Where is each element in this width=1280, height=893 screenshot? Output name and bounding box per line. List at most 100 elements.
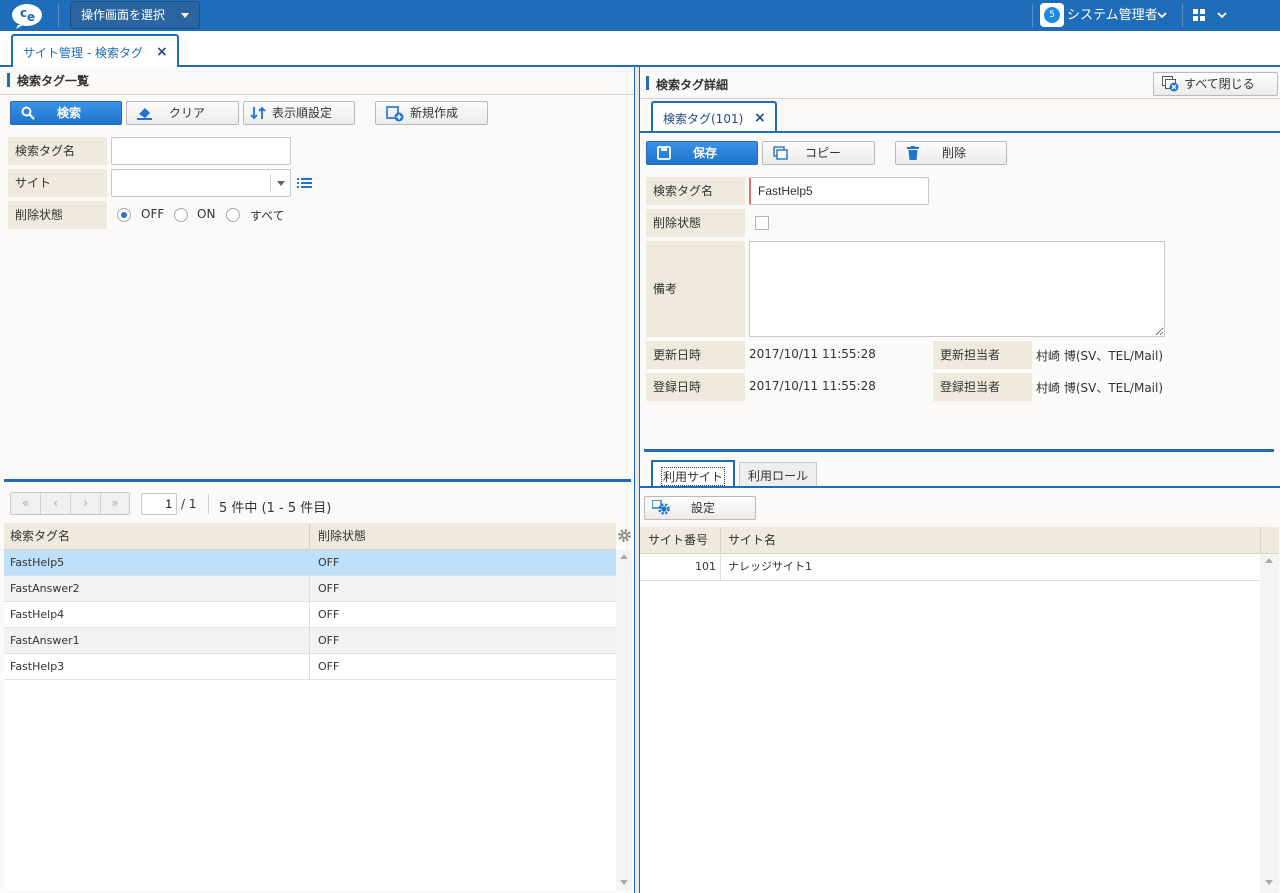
screen-select-dropdown[interactable]: 操作画面を選択 [70,1,200,29]
table-row[interactable]: FastHelp5 OFF [4,550,616,576]
chevron-down-icon[interactable] [1216,9,1228,21]
close-windows-icon [1162,76,1180,92]
radio-off-label: OFF [141,207,165,221]
page-number-input[interactable] [141,493,177,515]
scroll-down-icon[interactable] [1265,880,1273,885]
delete-state-checkbox[interactable] [755,216,769,230]
settings-button[interactable]: 設定 [644,496,756,520]
scroll-up-icon[interactable] [620,554,628,559]
tag-name-label: 検索タグ名 [8,137,107,165]
divider [720,554,721,581]
tag-name-input[interactable] [111,137,291,165]
top-bar: c e 操作画面を選択 5 システム管理者 [0,0,1280,31]
section-title: 検索タグ詳細 [656,78,729,92]
tab-search-tag-101[interactable]: 検索タグ(101) × [651,101,777,133]
radio-off[interactable] [117,208,131,222]
chevron-down-icon[interactable] [1156,9,1168,21]
scroll-down-icon[interactable] [620,880,628,885]
prev-page-icon[interactable]: ‹ [41,493,71,514]
pager-nav: « ‹ › » [10,492,130,515]
save-button[interactable]: 保存 [646,141,758,165]
divider [309,628,310,654]
divider [208,494,209,514]
site-table-header: サイト番号 サイト名 [640,527,1260,554]
caret-down-icon [277,181,285,186]
created-at-value: 2017/10/11 11:55:28 [749,379,876,393]
new-create-button-label: 新規作成 [410,106,459,120]
scrollbar[interactable] [1260,554,1279,893]
last-page-icon[interactable]: » [101,493,129,514]
column-header-site-number[interactable]: サイト番号 [642,527,708,553]
close-all-button[interactable]: すべて閉じる [1153,72,1278,96]
tab-used-roles[interactable]: 利用ロール [739,462,817,487]
save-button-label: 保存 [693,146,718,160]
caret-down-icon [181,13,189,18]
divider [0,94,634,95]
user-name[interactable]: システム管理者 [1067,0,1158,31]
tab-label: 検索タグ(101) [663,112,744,126]
site-table-body: 101 ナレッジサイト1 [640,554,1260,893]
radio-on[interactable] [174,208,188,222]
next-page-icon[interactable]: › [71,493,101,514]
table-row[interactable]: FastHelp3 OFF [4,654,616,680]
tab-strip [0,31,1280,66]
delete-state-cell: OFF [318,634,340,647]
section-marker [646,76,649,90]
delete-state-cell: OFF [318,660,340,673]
site-name-cell: ナレッジサイト1 [728,560,812,573]
tab-site-management-search-tag[interactable]: サイト管理 - 検索タグ × [11,34,179,67]
copy-button[interactable]: コピー [762,141,875,165]
radio-all-label: すべて [250,209,285,223]
user-badge[interactable]: 5 [1040,3,1064,27]
tag-name-cell: FastHelp4 [10,608,65,621]
divider [720,527,721,554]
search-button[interactable]: 検索 [10,101,122,125]
sort-order-button-label: 表示順設定 [272,106,333,120]
remarks-textarea[interactable] [749,241,1165,337]
tag-name-cell: FastAnswer2 [10,582,80,595]
table-row[interactable]: FastHelp4 OFF [4,602,616,628]
table-row[interactable]: 101 ナレッジサイト1 [640,554,1260,581]
delete-button[interactable]: 削除 [895,141,1007,165]
table-row[interactable]: FastAnswer1 OFF [4,628,616,654]
search-tag-detail-pane: 検索タグ詳細 すべて閉じる 検索タグ(101) × 保存 コピー 削除 検索タグ… [640,67,1280,893]
trash-icon [906,146,920,160]
column-header-tag-name[interactable]: 検索タグ名 [4,523,70,549]
new-document-icon [386,106,404,122]
clear-button[interactable]: クリア [126,101,239,125]
divider [1182,4,1183,27]
column-header-delete-state[interactable]: 削除状態 [312,523,366,549]
scroll-up-icon[interactable] [1265,558,1273,563]
radio-all[interactable] [226,208,240,222]
close-all-label: すべて閉じる [1184,77,1255,91]
divider [309,550,310,576]
tag-name-input[interactable] [749,177,929,205]
horizontal-splitter[interactable] [4,479,631,482]
site-select[interactable] [111,169,291,197]
svg-text:e: e [27,10,35,24]
header-corner [1260,527,1279,554]
table-row[interactable]: FastAnswer2 OFF [4,576,616,602]
delete-state-label: 削除状態 [646,209,745,237]
sort-order-button[interactable]: 表示順設定 [243,101,355,125]
created-by-value: 村崎 博(SV、TEL/Mail) [1036,381,1164,395]
new-create-button[interactable]: 新規作成 [375,101,488,125]
first-page-icon[interactable]: « [11,493,41,514]
gear-icon[interactable] [617,528,632,543]
horizontal-splitter[interactable] [644,449,1274,452]
tag-name-cell: FastHelp5 [10,556,65,569]
close-icon[interactable]: × [156,44,168,60]
tab-used-sites[interactable]: 利用サイト [651,460,735,487]
list-icon[interactable] [297,177,312,189]
scrollbar[interactable] [616,550,632,890]
clear-button-label: クリア [169,106,206,120]
divider [640,98,1280,99]
table-empty-area [4,680,616,890]
save-disk-icon [657,146,671,160]
grid-menu-icon[interactable] [1193,9,1206,22]
search-tag-list-pane: 検索タグ一覧 検索 クリア 表示順設定 新規作成 検索タグ名 サイト 削除状態 [0,67,636,893]
column-header-site-name[interactable]: サイト名 [722,527,776,553]
divider [1032,4,1033,27]
app-logo-icon[interactable]: c e [10,2,46,29]
close-icon[interactable]: × [754,110,766,126]
